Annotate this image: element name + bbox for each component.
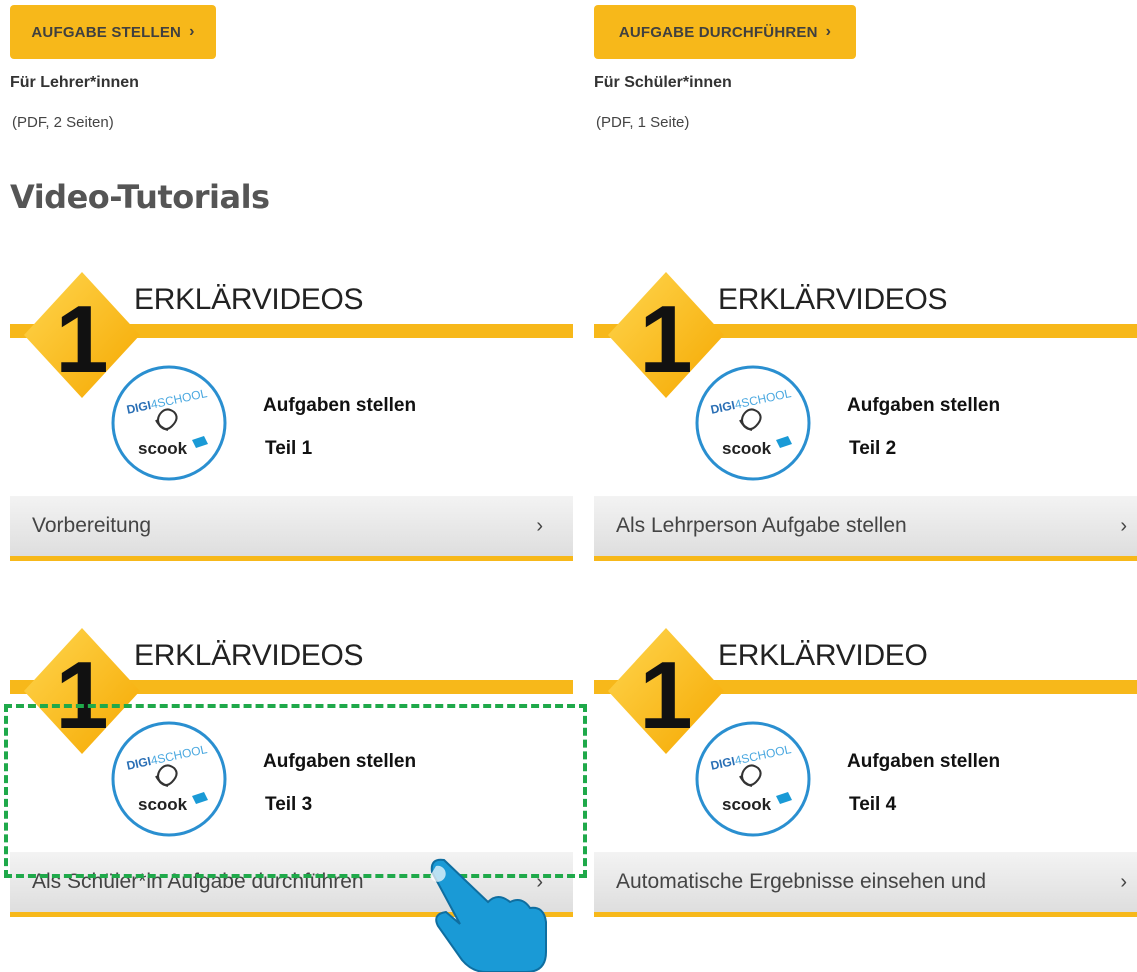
digi4school-scook-logo: DIGI4SCHOOL scook — [111, 721, 227, 837]
badge-number: 1 — [55, 286, 108, 393]
pointing-hand-icon — [430, 858, 547, 972]
video-card: 1 ERKLÄRVIDEO DIGI4SCHOOL scook Aufgaben… — [594, 626, 1137, 926]
badge-number: 1 — [639, 642, 692, 749]
chevron-right-icon: › — [536, 514, 543, 537]
video-link[interactable]: Automatische Ergebnisse einsehen und › — [594, 852, 1137, 912]
audience-label: Für Lehrer*innen — [10, 74, 139, 91]
digi4school-scook-logo: DIGI4SCHOOL scook — [695, 721, 811, 837]
video-card: 1 ERKLÄRVIDEOS DIGI4SCHOOL scook Aufgabe… — [10, 270, 573, 570]
card-part: Teil 2 — [849, 438, 897, 459]
card-heading: ERKLÄRVIDEOS — [134, 639, 364, 672]
card-title: Aufgaben stellen — [263, 751, 417, 772]
badge-number: 1 — [55, 642, 108, 749]
accent-bar — [594, 556, 1137, 561]
video-card: 1 ERKLÄRVIDEOS DIGI4SCHOOL scook Aufgabe… — [594, 270, 1137, 570]
card-part: Teil 1 — [265, 438, 313, 459]
video-link-label: Vorbereitung — [32, 514, 152, 537]
button-label: AUFGABE STELLEN — [31, 23, 182, 41]
accent-bar — [10, 556, 573, 561]
svg-text:scook: scook — [722, 439, 772, 458]
card-part: Teil 3 — [265, 794, 313, 815]
digi4school-scook-logo: DIGI4SCHOOL scook — [695, 365, 811, 481]
card-heading: ERKLÄRVIDEO — [718, 639, 928, 672]
chevron-right-icon: › — [189, 23, 195, 40]
chevron-right-icon: › — [1120, 870, 1127, 893]
card-part: Teil 4 — [849, 794, 897, 815]
card-title: Aufgaben stellen — [847, 395, 1001, 416]
section-title: Video-Tutorials — [10, 178, 270, 216]
chevron-right-icon: › — [1120, 514, 1127, 537]
chevron-right-icon: › — [825, 23, 832, 40]
video-link[interactable]: Als Lehrperson Aufgabe stellen › — [594, 496, 1137, 556]
svg-text:scook: scook — [138, 795, 188, 814]
card-title: Aufgaben stellen — [847, 751, 1001, 772]
digi4school-scook-logo: DIGI4SCHOOL scook — [111, 365, 227, 481]
svg-text:scook: scook — [722, 795, 772, 814]
file-meta: (PDF, 2 Seiten) — [12, 114, 114, 131]
video-link-label: Als Lehrperson Aufgabe stellen — [616, 514, 907, 537]
video-link-label: Als Schüler*in Aufgabe durchführen — [32, 870, 364, 893]
card-heading: ERKLÄRVIDEOS — [134, 283, 364, 316]
button-label: AUFGABE DURCHFÜHREN — [618, 23, 818, 41]
audience-label: Für Schüler*innen — [594, 74, 732, 91]
aufgabe-stellen-button[interactable]: AUFGABE STELLEN › — [10, 5, 216, 59]
aufgabe-durchfuehren-button[interactable]: AUFGABE DURCHFÜHREN › — [594, 5, 856, 59]
svg-text:scook: scook — [138, 439, 188, 458]
card-heading: ERKLÄRVIDEOS — [718, 283, 948, 316]
video-link-label: Automatische Ergebnisse einsehen und — [616, 870, 987, 893]
video-link[interactable]: Vorbereitung › — [10, 496, 573, 556]
badge-number: 1 — [639, 286, 692, 393]
file-meta: (PDF, 1 Seite) — [596, 114, 690, 131]
accent-bar — [594, 912, 1137, 917]
card-title: Aufgaben stellen — [263, 395, 417, 416]
